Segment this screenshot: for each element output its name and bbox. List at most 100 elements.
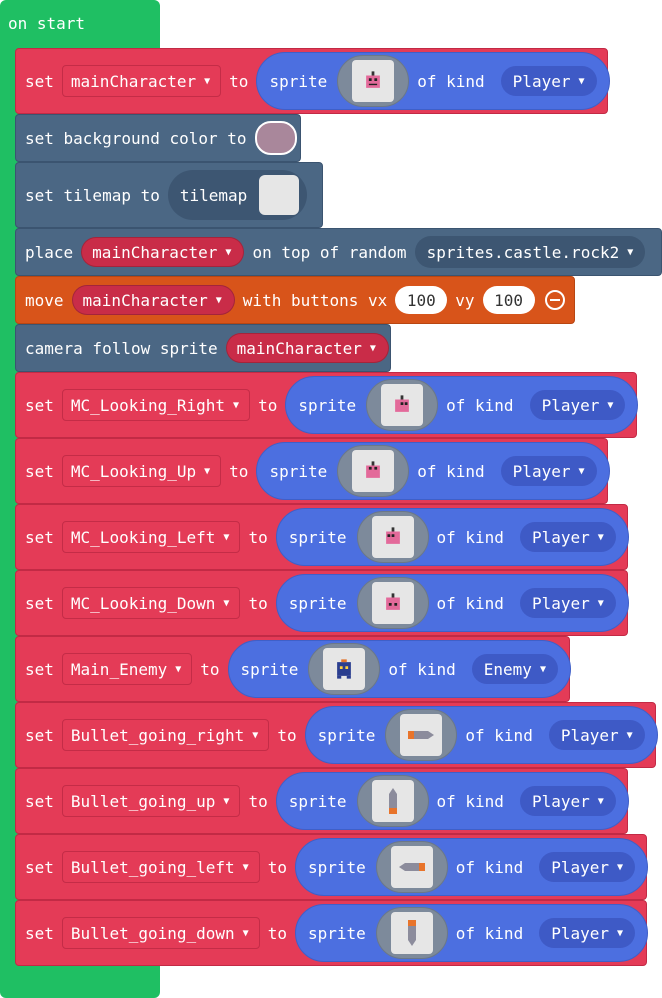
set-tilemap-block[interactable]: set tilemap to tilemap <box>15 162 323 228</box>
tile-dropdown[interactable]: sprites.castle.rock2 ▼ <box>414 236 646 268</box>
variable-dropdown[interactable]: MC_Looking_Down ▼ <box>61 587 241 619</box>
sprite-image-button[interactable] <box>308 643 381 695</box>
variable-name: MC_Looking_Left <box>70 527 216 547</box>
of-kind-label: of kind <box>436 527 504 547</box>
sprite-reporter[interactable]: sprite of kind Player ▼ <box>275 508 629 566</box>
set-main-enemy-block[interactable]: set Main_Enemy ▼ to sprite of kind Enemy ▼ <box>15 636 571 702</box>
enemy-robot-icon <box>323 648 366 690</box>
background-color-label: set background color to <box>25 128 247 148</box>
sprite-reporter[interactable]: sprite of kind Player ▼ <box>294 838 649 896</box>
kind-dropdown[interactable]: Player ▼ <box>519 786 616 816</box>
sprite-image-button[interactable] <box>356 577 429 629</box>
sprite-image-button[interactable] <box>375 907 448 959</box>
sprite-reporter[interactable]: sprite of kind Player ▼ <box>304 706 658 764</box>
kind-dropdown[interactable]: Enemy ▼ <box>471 654 558 684</box>
to-label: to <box>248 791 268 811</box>
caret-down-icon: ▼ <box>225 246 232 258</box>
kind-dropdown[interactable]: Player ▼ <box>500 66 597 96</box>
collapse-minus-icon[interactable] <box>544 290 565 310</box>
set-bullet-going-down-block[interactable]: set Bullet_going_down ▼ to sprite of kind… <box>15 900 649 966</box>
of-kind-label: of kind <box>465 725 533 745</box>
to-label: to <box>267 857 287 877</box>
bullet-left-icon <box>390 846 433 888</box>
kind-dropdown[interactable]: Player ▼ <box>519 522 616 552</box>
set-label: set <box>25 593 54 613</box>
variable-dropdown[interactable]: mainCharacter ▼ <box>225 333 389 363</box>
color-picker-swatch[interactable] <box>254 121 297 155</box>
sprite-label: sprite <box>240 659 299 679</box>
set-mc-looking-down-block[interactable]: set MC_Looking_Down ▼ to sprite of kind P… <box>15 570 629 636</box>
sprite-image-button[interactable] <box>356 511 429 563</box>
variable-name: mainCharacter <box>82 290 208 310</box>
set-label: set <box>25 461 54 481</box>
kind-value: Enemy <box>483 659 532 679</box>
variable-dropdown[interactable]: Bullet_going_up ▼ <box>61 785 241 817</box>
set-background-color-block[interactable]: set background color to <box>15 114 301 162</box>
to-label: to <box>267 923 287 943</box>
to-label: to <box>258 395 278 415</box>
set-bullet-going-left-block[interactable]: set Bullet_going_left ▼ to sprite of kind… <box>15 834 649 900</box>
of-kind-label: of kind <box>436 593 504 613</box>
sprite-image-button[interactable] <box>356 775 429 827</box>
place-on-random-tile-block[interactable]: place mainCharacter ▼ on top of random sp… <box>15 228 662 276</box>
sprite-image-button[interactable] <box>385 709 458 761</box>
sprite-reporter[interactable]: sprite of kind Player ▼ <box>256 442 610 500</box>
kind-dropdown[interactable]: Player ▼ <box>519 588 616 618</box>
kind-dropdown[interactable]: Player ▼ <box>548 720 645 750</box>
sprite-label: sprite <box>298 395 357 415</box>
caret-down-icon: ▼ <box>607 399 614 411</box>
set-mc-looking-right-block[interactable]: set MC_Looking_Right ▼ to sprite of kind … <box>15 372 639 438</box>
sprite-reporter[interactable]: sprite of kind Enemy ▼ <box>227 640 571 698</box>
sprite-label: sprite <box>307 857 366 877</box>
kind-value: Player <box>531 791 590 811</box>
set-mc-looking-left-block[interactable]: set MC_Looking_Left ▼ to sprite of kind P… <box>15 504 629 570</box>
variable-name: mainCharacter <box>236 338 362 358</box>
bullet-right-icon <box>400 714 443 756</box>
variable-dropdown[interactable]: MC_Looking_Right ▼ <box>61 389 251 421</box>
caret-down-icon: ▼ <box>252 729 259 741</box>
set-bullet-going-up-block[interactable]: set Bullet_going_up ▼ to sprite of kind P… <box>15 768 629 834</box>
kind-value: Player <box>512 71 571 91</box>
variable-dropdown[interactable]: MC_Looking_Left ▼ <box>61 521 241 553</box>
kind-dropdown[interactable]: Player ▼ <box>539 918 636 948</box>
camera-follow-sprite-block[interactable]: camera follow sprite mainCharacter ▼ <box>15 324 391 372</box>
sprite-image-button[interactable] <box>337 55 410 107</box>
sprite-reporter[interactable]: sprite of kind Player ▼ <box>256 52 610 110</box>
caret-down-icon: ▼ <box>223 597 230 609</box>
sprite-label: sprite <box>307 923 366 943</box>
caret-down-icon: ▼ <box>617 861 624 873</box>
sprite-label: sprite <box>317 725 376 745</box>
set-bullet-going-right-block[interactable]: set Bullet_going_right ▼ to sprite of kin… <box>15 702 658 768</box>
sprite-reporter[interactable]: sprite of kind Player ▼ <box>294 904 649 962</box>
move-with-buttons-block[interactable]: move mainCharacter ▼ with buttons vx 100 … <box>15 276 575 324</box>
sprite-reporter[interactable]: sprite of kind Player ▼ <box>275 772 629 830</box>
variable-name: mainCharacter <box>70 71 197 91</box>
sprite-image-button[interactable] <box>375 841 448 893</box>
variable-dropdown[interactable]: mainCharacter ▼ <box>61 65 222 97</box>
set-maincharacter-block[interactable]: set mainCharacter ▼ to sprite of kind Pla… <box>15 48 610 114</box>
variable-dropdown[interactable]: Bullet_going_down ▼ <box>61 917 260 949</box>
variable-dropdown[interactable]: mainCharacter ▼ <box>71 285 235 315</box>
sprite-reporter[interactable]: sprite of kind Player ▼ <box>285 376 639 434</box>
sprite-reporter[interactable]: sprite of kind Player ▼ <box>275 574 629 632</box>
vy-input[interactable]: 100 <box>482 286 535 314</box>
to-label: to <box>200 659 220 679</box>
variable-dropdown[interactable]: MC_Looking_Up ▼ <box>61 455 222 487</box>
tilemap-reporter[interactable]: tilemap <box>167 170 308 220</box>
kind-dropdown[interactable]: Player ▼ <box>500 456 597 486</box>
variable-name: Bullet_going_down <box>70 923 235 943</box>
tilemap-editor-button[interactable] <box>259 175 300 215</box>
variable-dropdown[interactable]: Bullet_going_right ▼ <box>61 719 270 751</box>
variable-dropdown[interactable]: mainCharacter ▼ <box>81 237 245 267</box>
tile-value: sprites.castle.rock2 <box>426 242 620 262</box>
variable-dropdown[interactable]: Bullet_going_left ▼ <box>61 851 260 883</box>
kind-dropdown[interactable]: Player ▼ <box>539 852 636 882</box>
set-mc-looking-up-block[interactable]: set MC_Looking_Up ▼ to sprite of kind Pla… <box>15 438 610 504</box>
caret-down-icon: ▼ <box>626 729 633 741</box>
variable-name: MC_Looking_Up <box>70 461 197 481</box>
vx-input[interactable]: 100 <box>395 286 448 314</box>
sprite-image-button[interactable] <box>337 445 410 497</box>
sprite-image-button[interactable] <box>366 379 439 431</box>
variable-dropdown[interactable]: Main_Enemy ▼ <box>61 653 193 685</box>
kind-dropdown[interactable]: Player ▼ <box>529 390 626 420</box>
